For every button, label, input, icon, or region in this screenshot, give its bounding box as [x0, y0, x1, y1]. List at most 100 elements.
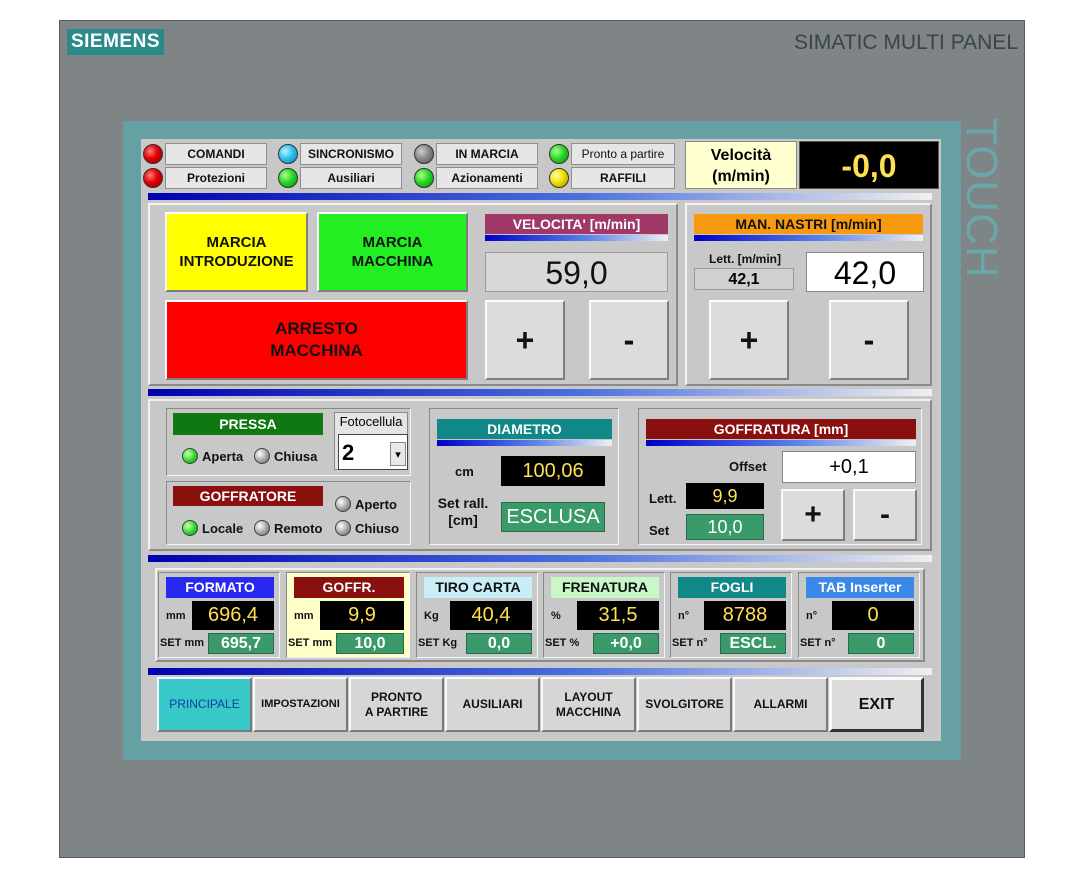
- marcia-macchina-button[interactable]: MARCIA MACCHINA: [317, 212, 468, 292]
- nav-layout-button[interactable]: LAYOUT MACCHINA: [541, 677, 636, 732]
- goffratore-remoto-radio-icon[interactable]: [254, 520, 270, 536]
- diametro-set-value[interactable]: ESCLUSA: [501, 502, 605, 532]
- chevron-down-icon[interactable]: ▾: [390, 442, 406, 466]
- speed-label: Velocità (m/min): [685, 141, 797, 189]
- in-marcia-led-icon: [414, 144, 434, 164]
- bottom-box-value: 31,5: [577, 601, 659, 630]
- status-ausiliari: Ausiliari: [300, 167, 402, 189]
- bottom-box-unit: n°: [678, 610, 690, 622]
- goffratura-header: GOFFRATURA [mm]: [646, 419, 916, 439]
- model-label: SIMATIC MULTI PANEL: [793, 31, 1018, 54]
- arresto-macchina-button[interactable]: ARRESTO MACCHINA: [165, 300, 468, 380]
- bottom-box-set-value[interactable]: +0,0: [593, 633, 659, 654]
- goffratura-gradient-bar: [646, 440, 916, 446]
- goffratura-offset-label: Offset: [729, 459, 767, 474]
- status-protezioni: Protezioni: [165, 167, 267, 189]
- goffratore-header: GOFFRATORE: [173, 486, 323, 506]
- nastri-plus-button[interactable]: +: [709, 300, 789, 380]
- pronto-led-icon: [549, 144, 569, 164]
- nastri-lett-value: 42,1: [694, 268, 794, 290]
- nastri-gradient-bar: [694, 235, 923, 241]
- goffratore-locale-radio-icon[interactable]: [182, 520, 198, 536]
- goffratore-remoto-label: Remoto: [274, 521, 323, 536]
- protezioni-led-icon: [143, 168, 163, 188]
- separator-bar: [148, 193, 932, 200]
- bottom-box-set-value[interactable]: 0: [848, 633, 914, 654]
- bottom-box-unit: Kg: [424, 610, 439, 622]
- bottom-box-header: FOGLI: [678, 577, 786, 598]
- diametro-cm-value: 100,06: [501, 456, 605, 486]
- nastri-lett-label: Lett. [m/min]: [709, 252, 781, 266]
- bottom-box-set-label: SET %: [545, 637, 580, 649]
- bottom-box-set-value[interactable]: 0,0: [466, 633, 532, 654]
- bottom-box-header: FRENATURA: [551, 577, 659, 598]
- marcia-macchina-line2: MACCHINA: [351, 253, 434, 270]
- pressa-aperta-radio-icon[interactable]: [182, 448, 198, 464]
- siemens-logo: SIEMENS: [67, 29, 164, 55]
- marcia-introduzione-line2: INTRODUZIONE: [179, 253, 294, 270]
- goffratura-plus-button[interactable]: +: [781, 489, 845, 541]
- nav-pronto-line2: A PARTIRE: [364, 704, 429, 719]
- sincronismo-led-icon: [278, 144, 298, 164]
- status-raffili: RAFFILI: [571, 167, 675, 189]
- nav-principale-button[interactable]: PRINCIPALE: [157, 677, 252, 732]
- bottom-box-set-value[interactable]: 695,7: [208, 633, 274, 654]
- touch-label: TOUCH: [957, 118, 1006, 279]
- speed-value: -0,0: [799, 141, 939, 189]
- nav-svolgitore-button[interactable]: SVOLGITORE: [637, 677, 732, 732]
- diametro-set-label: Set rall. [cm]: [432, 495, 494, 529]
- bottom-box-value: 696,4: [192, 601, 274, 630]
- marcia-macchina-line1: MARCIA: [362, 234, 423, 251]
- bottom-box-value: 9,9: [320, 601, 404, 630]
- bottom-box-set-value[interactable]: 10,0: [336, 633, 404, 654]
- bottom-box-value: 0: [832, 601, 914, 630]
- nav-pronto-line1: PRONTO: [370, 689, 423, 704]
- nastri-value: 42,0: [806, 252, 924, 292]
- bottom-box-value: 8788: [704, 601, 786, 630]
- speed-label-line2: (m/min): [712, 168, 770, 185]
- nav-impostazioni-button[interactable]: IMPOSTAZIONI: [253, 677, 348, 732]
- arresto-macchina-line1: ARRESTO: [275, 319, 358, 338]
- separator-bar: [148, 668, 932, 675]
- bottom-box-header: FORMATO: [166, 577, 274, 598]
- bottom-box-header: GOFFR.: [294, 577, 404, 598]
- bottom-box-value: 40,4: [450, 601, 532, 630]
- marcia-introduzione-button[interactable]: MARCIA INTRODUZIONE: [165, 212, 308, 292]
- goffratore-chiuso-label: Chiuso: [355, 521, 400, 536]
- bottom-box-set-value[interactable]: ESCL.: [720, 633, 786, 654]
- nav-pronto-button[interactable]: PRONTO A PARTIRE: [349, 677, 444, 732]
- status-comandi: COMANDI: [165, 143, 267, 165]
- bottom-box-set-label: SET Kg: [418, 637, 458, 649]
- goffratura-lett-value: 9,9: [686, 483, 764, 509]
- goffratura-set-value[interactable]: 10,0: [686, 514, 764, 540]
- exit-button[interactable]: EXIT: [829, 677, 924, 732]
- nav-allarmi-button[interactable]: ALLARMI: [733, 677, 828, 732]
- goffratore-chiuso-radio-icon[interactable]: [335, 520, 351, 536]
- pressa-chiusa-label: Chiusa: [274, 449, 318, 464]
- bottom-box-set-label: SET mm: [288, 637, 333, 649]
- diametro-set-label-line2: [cm]: [448, 512, 478, 528]
- bottom-box-unit: %: [551, 610, 561, 622]
- raffili-led-icon: [549, 168, 569, 188]
- nastri-minus-button[interactable]: -: [829, 300, 909, 380]
- diametro-set-label-line1: Set rall.: [437, 495, 489, 511]
- diametro-gradient-bar: [437, 440, 612, 446]
- bottom-box-set-label: SET n°: [800, 637, 836, 649]
- speed-label-line1: Velocità: [710, 147, 772, 164]
- marcia-introduzione-line1: MARCIA: [206, 234, 267, 251]
- pressa-chiusa-radio-icon[interactable]: [254, 448, 270, 464]
- goffratura-set-label: Set: [649, 523, 670, 538]
- nav-ausiliari-button[interactable]: AUSILIARI: [445, 677, 540, 732]
- diametro-cm-label: cm: [455, 464, 474, 479]
- fotocellula-value: 2: [342, 440, 355, 465]
- goffratura-minus-button[interactable]: -: [853, 489, 917, 541]
- goffratore-aperto-radio-icon[interactable]: [335, 496, 351, 512]
- velocita-gradient-bar: [485, 235, 668, 241]
- pressa-aperta-label: Aperta: [202, 449, 244, 464]
- ausiliari-led-icon: [278, 168, 298, 188]
- goffratore-locale-label: Locale: [202, 521, 244, 536]
- velocita-plus-button[interactable]: +: [485, 300, 565, 380]
- nastri-header: MAN. NASTRI [m/min]: [694, 214, 923, 234]
- goffratura-offset-value[interactable]: +0,1: [782, 451, 916, 483]
- velocita-minus-button[interactable]: -: [589, 300, 669, 380]
